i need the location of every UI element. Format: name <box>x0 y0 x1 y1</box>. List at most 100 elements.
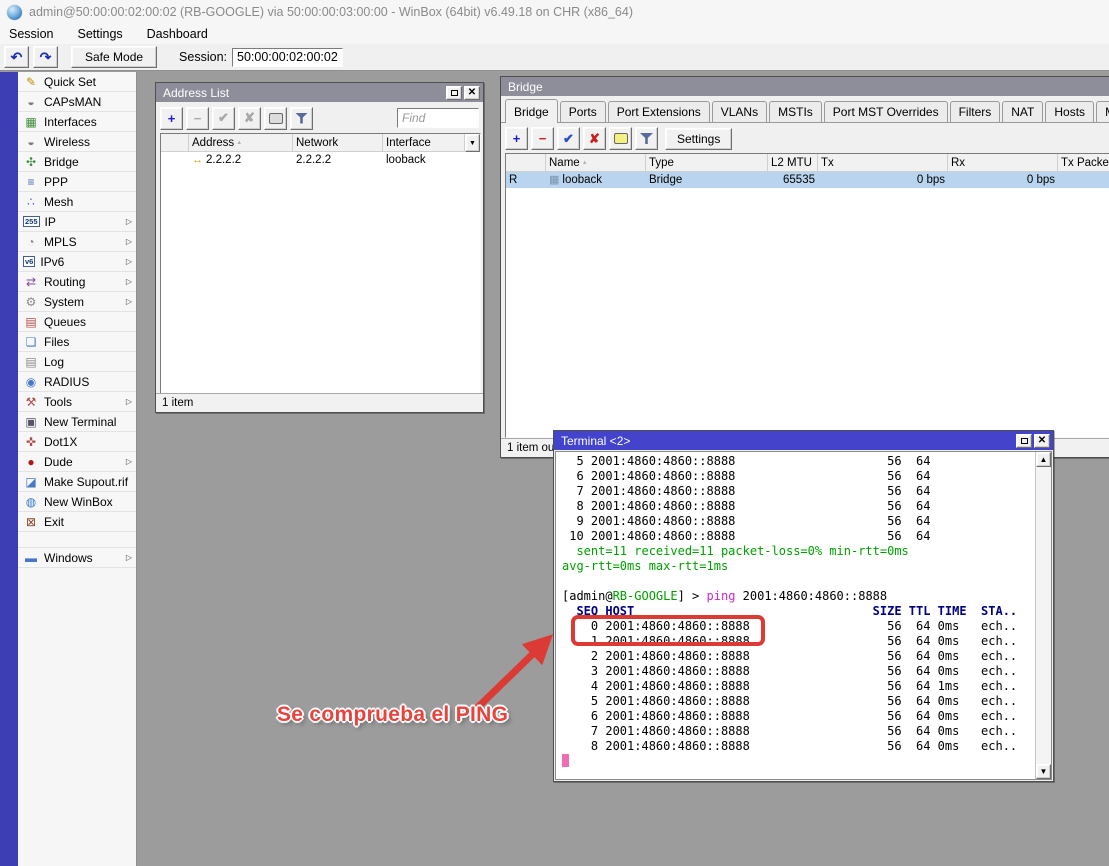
scroll-down-button[interactable]: ▼ <box>1036 764 1051 779</box>
column-header-interface[interactable]: Interface <box>383 134 465 152</box>
sidebar-item-ip[interactable]: 255IP▷ <box>18 212 136 232</box>
column-header-tx[interactable]: Tx <box>818 154 948 172</box>
close-button[interactable]: ✕ <box>1034 434 1050 448</box>
bridge-remove-button[interactable]: − <box>531 127 554 150</box>
address-list-filter-button[interactable] <box>290 107 313 130</box>
capsman-icon: ◒ <box>23 96 39 108</box>
column-header-network[interactable]: Network <box>293 134 383 152</box>
terminal-line: 3 2001:4860:4860::8888 56 64 0ms ech.. <box>562 664 1033 679</box>
tab-port-mst-overrides[interactable]: Port MST Overrides <box>824 101 948 122</box>
tab-vlans[interactable]: VLANs <box>712 101 767 122</box>
cell-flags: R <box>506 172 546 188</box>
tab-filters[interactable]: Filters <box>950 101 1001 122</box>
tab-bridge[interactable]: Bridge <box>505 99 558 123</box>
safe-mode-button[interactable]: Safe Mode <box>71 46 157 68</box>
sidebar-item-bridge[interactable]: ✣Bridge <box>18 152 136 172</box>
settings-button[interactable]: Settings <box>665 128 732 150</box>
sidebar-item-ppp[interactable]: ≡PPP <box>18 172 136 192</box>
filter-icon <box>640 133 653 144</box>
column-header-tx-packet[interactable]: Tx Packet <box>1058 154 1109 172</box>
address-list-comment-button[interactable] <box>264 107 287 130</box>
bridge-filter-button[interactable] <box>635 127 658 150</box>
menu-session[interactable]: Session <box>9 27 53 41</box>
menu-dashboard[interactable]: Dashboard <box>147 27 208 41</box>
sort-ascending-icon: ▲ <box>582 160 588 166</box>
table-row[interactable]: ↔2.2.2.22.2.2.2looback <box>161 152 480 168</box>
bridge-disable-button[interactable]: ✘ <box>583 127 606 150</box>
windows-icon: ▬ <box>23 552 39 564</box>
tab-nat[interactable]: NAT <box>1002 101 1043 122</box>
maximize-button[interactable] <box>446 86 462 100</box>
sidebar-item-tools[interactable]: ⚒Tools▷ <box>18 392 136 412</box>
dude-icon: ● <box>23 456 39 468</box>
bridge-enable-button[interactable]: ✔ <box>557 127 580 150</box>
address-list-disable-button[interactable]: ✘ <box>238 107 261 130</box>
column-header-flags[interactable] <box>161 134 189 152</box>
tab-mstis[interactable]: MSTIs <box>769 101 822 122</box>
bridge-tabs: BridgePortsPort ExtensionsVLANsMSTIsPort… <box>501 97 1109 123</box>
bridge-titlebar[interactable]: Bridge <box>501 77 1109 96</box>
column-header-type[interactable]: Type <box>646 154 768 172</box>
column-header-flags[interactable] <box>506 154 546 172</box>
find-input[interactable] <box>397 108 479 128</box>
address-list-titlebar[interactable]: Address List ✕ <box>156 83 483 102</box>
table-row[interactable]: R▦loobackBridge655350 bps0 bps <box>506 172 1109 188</box>
sidebar-item-queues[interactable]: ▤Queues <box>18 312 136 332</box>
ppp-icon: ≡ <box>23 176 39 188</box>
column-header-name[interactable]: Name▲ <box>546 154 646 172</box>
tab-hosts[interactable]: Hosts <box>1045 101 1094 122</box>
sidebar-item-new-winbox[interactable]: ◍New WinBox <box>18 492 136 512</box>
sidebar-item-capsman[interactable]: ◒CAPsMAN <box>18 92 136 112</box>
menu-settings[interactable]: Settings <box>77 27 122 41</box>
session-field[interactable]: 50:00:00:02:00:02 <box>232 48 343 67</box>
sidebar-item-radius[interactable]: ◉RADIUS <box>18 372 136 392</box>
sidebar-item-mpls[interactable]: ◔MPLS▷ <box>18 232 136 252</box>
close-button[interactable]: ✕ <box>464 86 480 100</box>
undo-icon: ↶ <box>11 49 23 66</box>
terminal-scrollbar[interactable]: ▲ ▼ <box>1035 452 1051 779</box>
sidebar-item-interfaces[interactable]: ▦Interfaces <box>18 112 136 132</box>
sidebar-item-new-terminal[interactable]: ▣New Terminal <box>18 412 136 432</box>
address-list-enable-button[interactable]: ✔ <box>212 107 235 130</box>
sidebar-item-mesh[interactable]: ∴Mesh <box>18 192 136 212</box>
tab-ports[interactable]: Ports <box>560 101 606 122</box>
tab-port-extensions[interactable]: Port Extensions <box>608 101 710 122</box>
submenu-arrow-icon: ▷ <box>126 397 132 406</box>
remove-icon: − <box>194 111 202 126</box>
scroll-up-button[interactable]: ▲ <box>1036 452 1051 467</box>
sidebar-item-system[interactable]: ⚙System▷ <box>18 292 136 312</box>
column-header-address[interactable]: Address▲ <box>189 134 293 152</box>
address-list-add-button[interactable]: + <box>160 107 183 130</box>
sidebar-item-windows[interactable]: ▬Windows▷ <box>18 548 136 568</box>
sidebar-item-dot1x[interactable]: ✜Dot1X <box>18 432 136 452</box>
sidebar-item-quick-set[interactable]: ✎Quick Set <box>18 72 136 92</box>
sidebar-item-make-supout-rif[interactable]: ◪Make Supout.rif <box>18 472 136 492</box>
maximize-icon <box>451 90 458 96</box>
column-header-l2-mtu[interactable]: L2 MTU <box>768 154 818 172</box>
sidebar-item-routing[interactable]: ⇄Routing▷ <box>18 272 136 292</box>
sidebar-item-wireless[interactable]: ◒Wireless <box>18 132 136 152</box>
bridge-comment-button[interactable] <box>609 127 632 150</box>
maximize-button[interactable] <box>1016 434 1032 448</box>
sidebar-item-ipv6[interactable]: v6IPv6▷ <box>18 252 136 272</box>
sidebar-item-log[interactable]: ▤Log <box>18 352 136 372</box>
cell-name: ▦looback <box>546 172 646 188</box>
sidebar-item-exit[interactable]: ⊠Exit <box>18 512 136 532</box>
sidebar-item-files[interactable]: ❏Files <box>18 332 136 352</box>
column-header-rx[interactable]: Rx <box>948 154 1058 172</box>
redo-button[interactable]: ↷ <box>33 46 58 68</box>
table-header-row: Address▲NetworkInterface▼ <box>161 134 480 152</box>
comment-icon <box>614 133 628 144</box>
terminal-line: 10 2001:4860:4860::8888 56 64 <box>562 529 1033 544</box>
undo-button[interactable]: ↶ <box>4 46 29 68</box>
sidebar-item-dude[interactable]: ●Dude▷ <box>18 452 136 472</box>
remove-icon: − <box>539 131 547 146</box>
sort-ascending-icon: ▲ <box>236 140 242 146</box>
bridge-add-button[interactable]: + <box>505 127 528 150</box>
mesh-icon: ∴ <box>23 196 39 208</box>
tab-mdb[interactable]: MDB <box>1096 101 1109 122</box>
new-terminal-icon: ▣ <box>23 416 39 428</box>
column-options-button[interactable]: ▼ <box>465 134 480 152</box>
terminal-titlebar[interactable]: Terminal <2> ✕ <box>554 431 1053 450</box>
address-list-remove-button[interactable]: − <box>186 107 209 130</box>
